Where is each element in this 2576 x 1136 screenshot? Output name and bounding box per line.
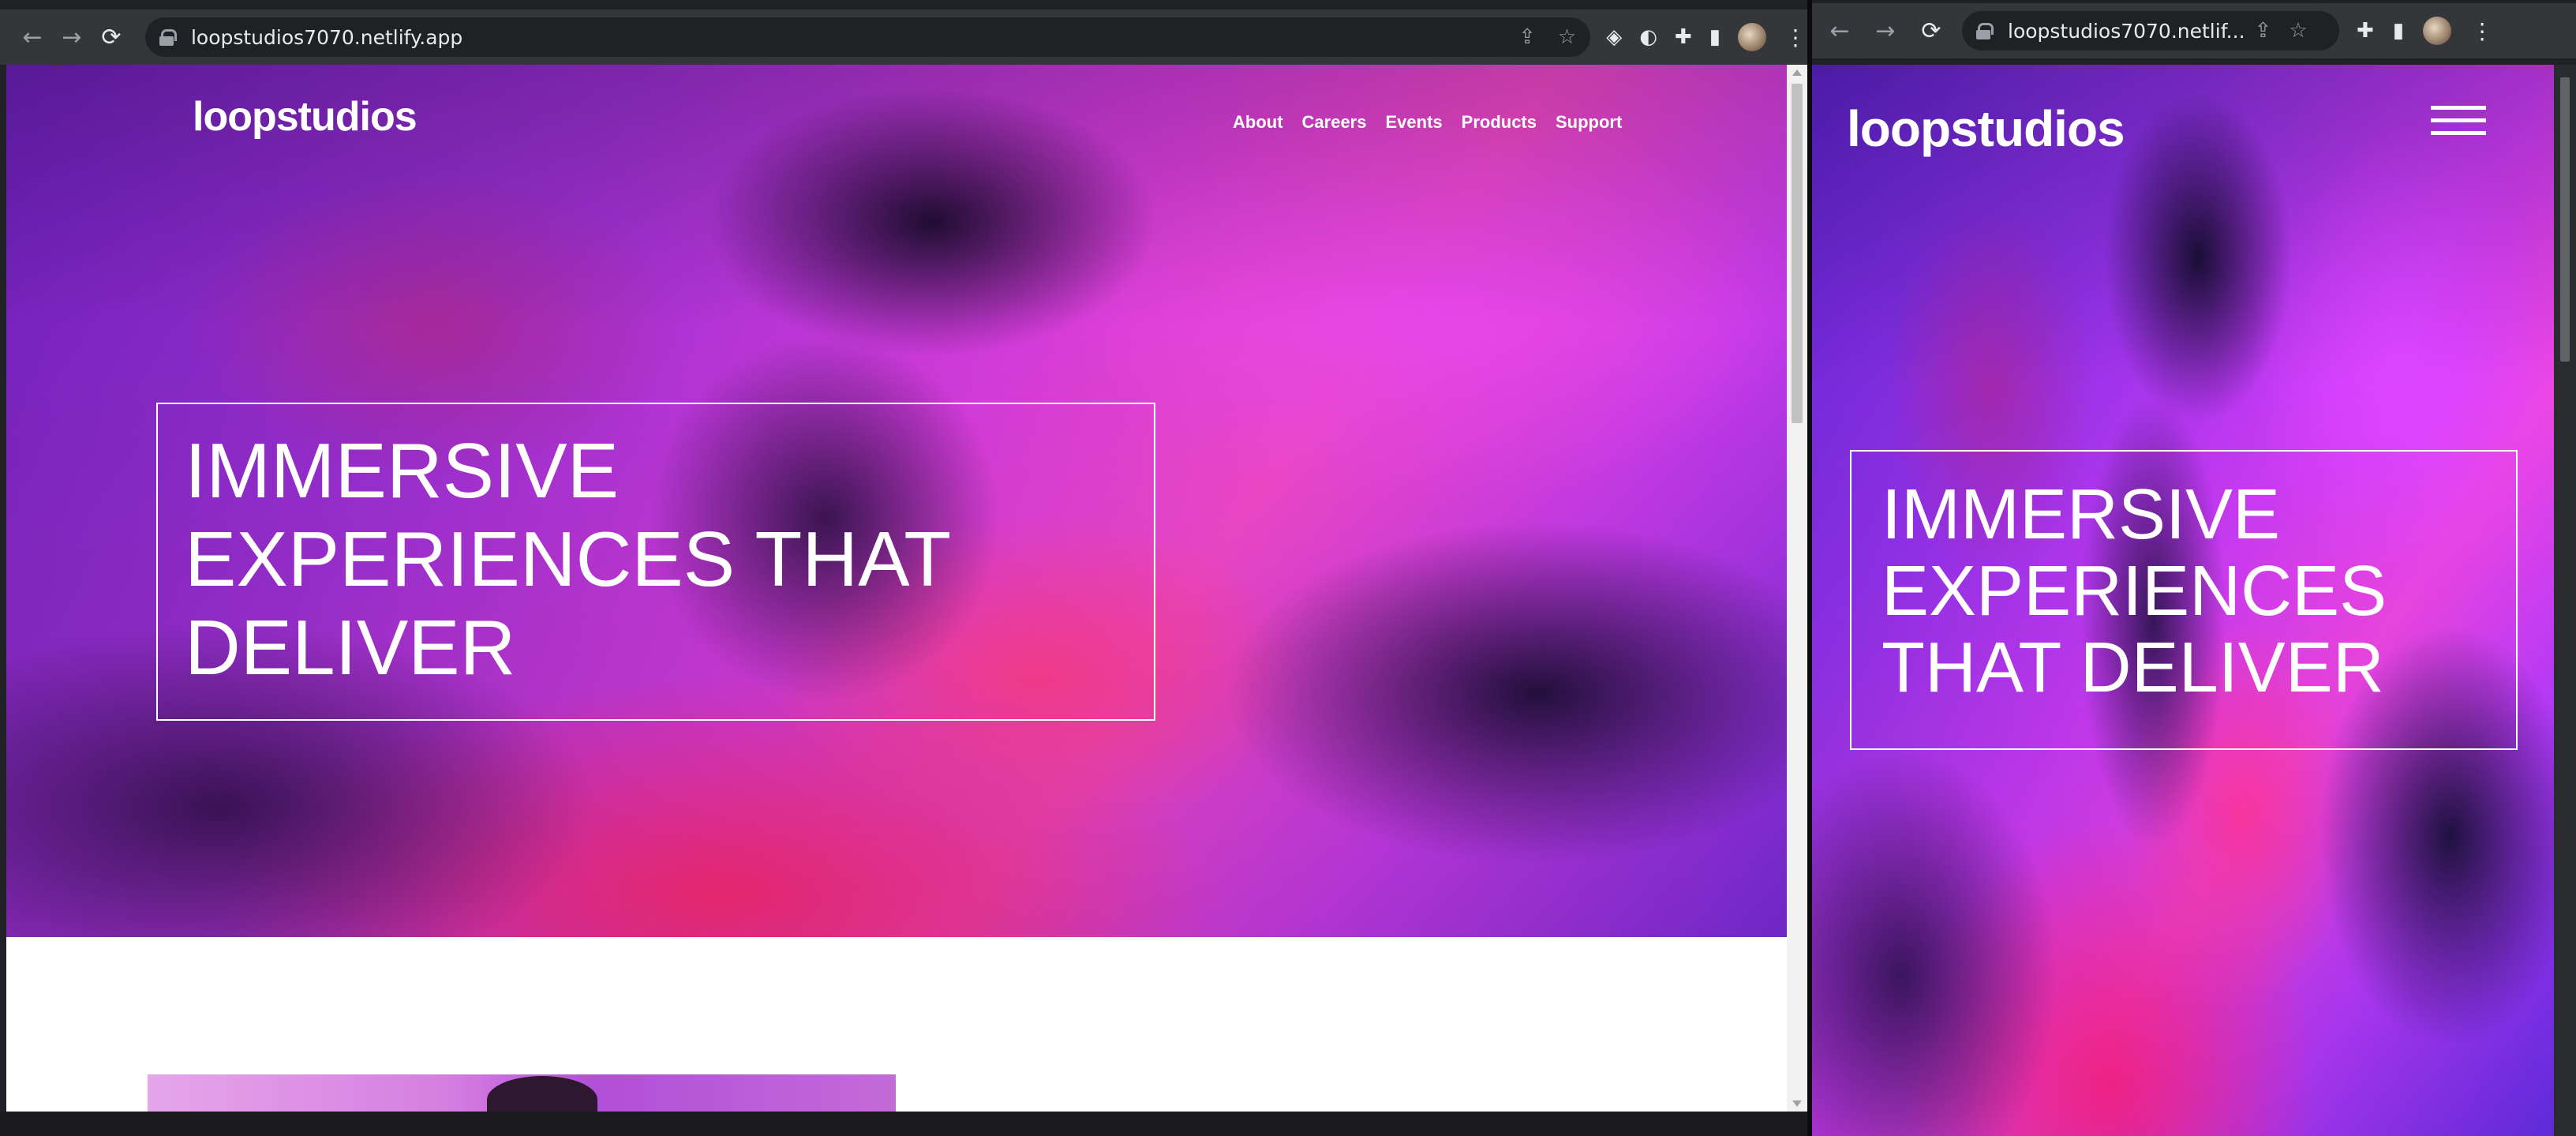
- main-nav: About Careers Events Products Support: [1233, 112, 1622, 133]
- nav-link-support[interactable]: Support: [1556, 112, 1622, 133]
- address-bar-url: loopstudios7070.netlify.app: [190, 25, 463, 49]
- nav-link-events[interactable]: Events: [1385, 112, 1442, 133]
- extension-icon[interactable]: ◈: [1606, 25, 1622, 49]
- profile-avatar[interactable]: [1738, 23, 1767, 51]
- nav-link-about[interactable]: About: [1233, 112, 1283, 133]
- hero-title-box: IMMERSIVE EXPERIENCES THAT DELIVER: [1850, 450, 2518, 750]
- scroll-up-icon[interactable]: [1792, 69, 1802, 76]
- back-button[interactable]: ←: [13, 17, 52, 57]
- browser-window-mobile: ← → ⟳ loopstudios7070.netlif... ⇪ ☆ ✚ ▮ …: [1812, 0, 2576, 1136]
- nav-link-products[interactable]: Products: [1462, 112, 1537, 133]
- intro-image: [148, 1074, 896, 1112]
- puzzle-icon[interactable]: ✚: [2357, 19, 2374, 43]
- hero-section: loopstudios About Careers Events Product…: [6, 65, 1787, 937]
- share-icon[interactable]: ⇪: [2255, 19, 2272, 43]
- profile-avatar[interactable]: [2423, 17, 2452, 45]
- star-icon[interactable]: ☆: [1558, 25, 1576, 49]
- scrollbar-thumb[interactable]: [1792, 84, 1803, 423]
- intro-section: [6, 937, 1787, 1112]
- address-bar-url: loopstudios7070.netlif...: [2008, 19, 2245, 43]
- hero-title: IMMERSIVE EXPERIENCES THAT DELIVER: [185, 427, 950, 691]
- forward-button[interactable]: →: [1866, 11, 1905, 51]
- page-viewport: loopstudios IMMERSIVE EXPERIENCES THAT D…: [1812, 65, 2554, 1136]
- vpn-icon[interactable]: ◐: [1639, 25, 1657, 49]
- hero-section: loopstudios IMMERSIVE EXPERIENCES THAT D…: [1812, 65, 2554, 1136]
- lock-icon: [1976, 23, 1994, 39]
- puzzle-icon[interactable]: ✚: [1675, 25, 1692, 49]
- hero-title: IMMERSIVE EXPERIENCES THAT DELIVER: [1881, 475, 2387, 707]
- hero-title-box: IMMERSIVE EXPERIENCES THAT DELIVER: [156, 403, 1155, 721]
- lock-icon: [159, 29, 177, 46]
- browser-toolbar: ← → ⟳ loopstudios7070.netlif... ⇪ ☆ ✚ ▮ …: [1812, 3, 2576, 58]
- site-logo[interactable]: loopstudios: [1847, 99, 2125, 158]
- browser-toolbar: ← → ⟳ loopstudios7070.netlify.app ⇪ ☆ ◈ …: [0, 9, 1807, 65]
- reload-button[interactable]: ⟳: [1911, 11, 1951, 51]
- page-scrollbar[interactable]: [1787, 65, 1807, 1112]
- browser-window-desktop: ← → ⟳ loopstudios7070.netlify.app ⇪ ☆ ◈ …: [0, 0, 1807, 1136]
- site-logo[interactable]: loopstudios: [193, 93, 417, 141]
- reload-button[interactable]: ⟳: [92, 17, 131, 57]
- address-bar[interactable]: loopstudios7070.netlif... ⇪ ☆: [1962, 11, 2339, 51]
- page-scrollbar[interactable]: [2554, 65, 2576, 1136]
- kebab-menu-icon[interactable]: ⋮: [1784, 24, 1807, 51]
- os-taskbar: [0, 1112, 1807, 1136]
- scroll-down-icon[interactable]: [1792, 1100, 1802, 1107]
- page-viewport: loopstudios About Careers Events Product…: [6, 65, 1787, 1112]
- address-bar[interactable]: loopstudios7070.netlify.app ⇪ ☆: [144, 17, 1591, 57]
- back-button[interactable]: ←: [1820, 11, 1859, 51]
- side-panel-icon[interactable]: ▮: [2393, 19, 2404, 43]
- forward-button[interactable]: →: [52, 17, 92, 57]
- star-icon[interactable]: ☆: [2289, 19, 2307, 43]
- scrollbar-thumb[interactable]: [2560, 77, 2570, 362]
- hamburger-menu-icon[interactable]: [2431, 106, 2486, 137]
- nav-link-careers[interactable]: Careers: [1302, 112, 1367, 133]
- kebab-menu-icon[interactable]: ⋮: [2470, 18, 2494, 44]
- side-panel-icon[interactable]: ▮: [1709, 25, 1720, 49]
- share-icon[interactable]: ⇪: [1518, 25, 1536, 49]
